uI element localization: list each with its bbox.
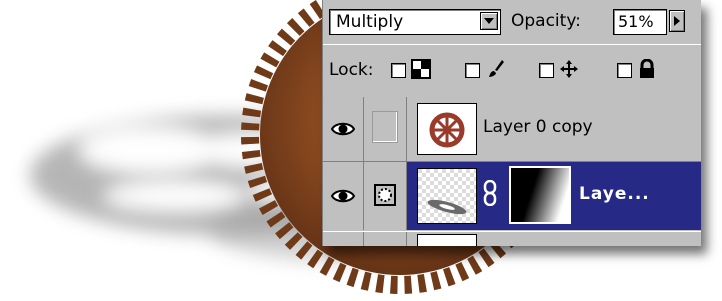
layer-thumbnail: [417, 168, 477, 224]
padlock-icon: [640, 59, 654, 78]
blend-mode-value: Multiply: [336, 12, 404, 32]
layer-row-selected[interactable]: Laye...: [323, 162, 701, 230]
mask-icon: [374, 184, 396, 206]
lock-position-checkbox[interactable]: [539, 63, 554, 78]
brush-lock-icon: [489, 60, 504, 77]
layers-palette: Multiply Opacity: 51% Lock: Layer 0 copy…: [322, 0, 701, 246]
lock-row: Lock:: [323, 44, 701, 98]
mask-indicator-cell[interactable]: [364, 162, 407, 230]
opacity-label: Opacity:: [511, 11, 581, 31]
opacity-slider-arrow-icon[interactable]: [669, 10, 685, 32]
chevron-down-icon[interactable]: [480, 12, 498, 30]
move-lock-icon: [560, 60, 578, 78]
blend-mode-dropdown[interactable]: Multiply: [329, 9, 501, 35]
chain-link-icon[interactable]: [483, 180, 497, 206]
blend-row: Multiply Opacity: 51%: [323, 0, 701, 44]
eye-icon: [331, 189, 355, 203]
lock-label: Lock:: [329, 60, 374, 80]
opacity-input[interactable]: 51%: [613, 9, 667, 35]
lock-transparency-checkbox[interactable]: [391, 63, 406, 78]
layer-thumbnail: [417, 234, 477, 246]
lock-image-checkbox[interactable]: [465, 63, 480, 78]
lock-all-checkbox[interactable]: [617, 63, 632, 78]
visibility-toggle[interactable]: [323, 162, 364, 230]
opacity-value: 51%: [618, 12, 654, 31]
eye-icon: [331, 122, 355, 136]
visibility-toggle[interactable]: [323, 232, 364, 246]
layer-mask-thumbnail[interactable]: [509, 166, 571, 224]
link-cell[interactable]: [364, 97, 407, 161]
layer-thumbnail: [417, 103, 477, 155]
layer-name: Layer 0 copy: [483, 117, 593, 137]
layer-name: Laye...: [579, 184, 650, 204]
visibility-toggle[interactable]: [323, 97, 364, 161]
layer-row-partial[interactable]: [323, 231, 701, 246]
layer-row[interactable]: Layer 0 copy: [323, 97, 701, 162]
transparency-lock-icon: [411, 59, 431, 79]
link-cell[interactable]: [364, 232, 407, 246]
